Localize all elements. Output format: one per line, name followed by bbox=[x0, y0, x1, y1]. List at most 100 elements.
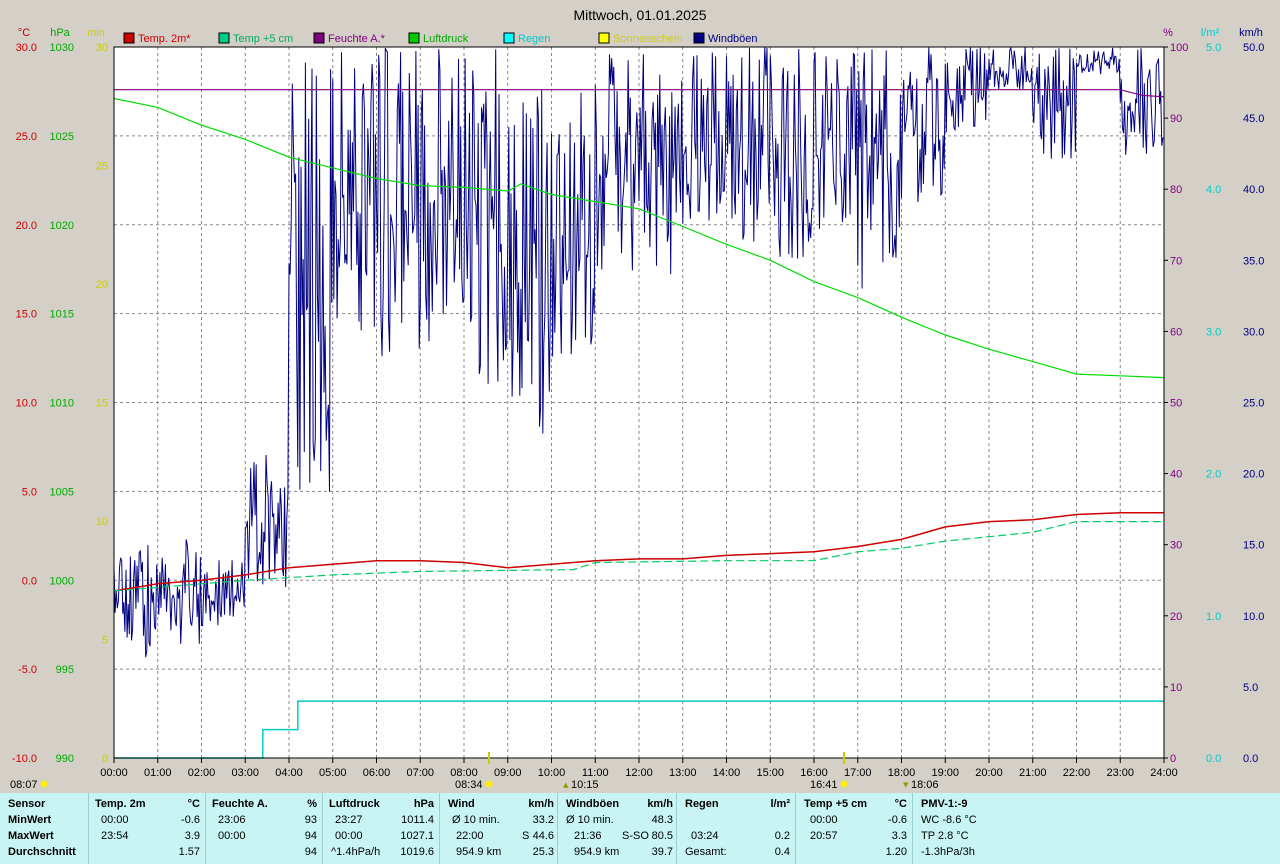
x-tick-label: 04:00 bbox=[275, 767, 303, 779]
temp-max-time: 23:54 bbox=[101, 830, 129, 842]
pressure-unit: hPa bbox=[50, 27, 70, 39]
legend-swatch-rain bbox=[503, 32, 515, 44]
humidity-tick-label: 80 bbox=[1170, 184, 1182, 196]
temp-tick-label: 30.0 bbox=[16, 42, 37, 54]
x-tick-label: 05:00 bbox=[319, 767, 347, 779]
rain-tick-label: 4.0 bbox=[1206, 184, 1221, 196]
gusts-distance: 954.9 km bbox=[574, 846, 620, 858]
wind-tick-label: 50.0 bbox=[1243, 42, 1264, 54]
x-tick-label: 19:00 bbox=[931, 767, 959, 779]
x-tick-label: 20:00 bbox=[975, 767, 1003, 779]
stats-header-temp5-unit: °C bbox=[894, 798, 907, 810]
humidity-tick-label: 100 bbox=[1170, 42, 1188, 54]
stats-header-rain-unit: l/m² bbox=[770, 798, 790, 810]
moonrise-icon: ▴ bbox=[563, 779, 569, 791]
wind-max-direction: S bbox=[522, 830, 530, 842]
temp5-max-time: 20:57 bbox=[810, 830, 838, 842]
wind-max-value: 44.6 bbox=[532, 830, 554, 842]
stats-header-pressure-unit: hPa bbox=[413, 798, 434, 810]
stats-header-pressure: Luftdruck bbox=[329, 798, 380, 810]
humidity-tick-label: 50 bbox=[1170, 398, 1182, 410]
rain-tick-label: 1.0 bbox=[1206, 611, 1221, 623]
pressure-tick-label: 990 bbox=[56, 753, 74, 765]
moonrise-time: 10:15 bbox=[571, 779, 599, 791]
wind-max-time: 22:00 bbox=[456, 830, 484, 842]
stats-header-temp5: Temp +5 cm bbox=[804, 798, 868, 810]
stats-header-gusts: Windböen bbox=[566, 798, 620, 810]
humidity-min-value: 93 bbox=[304, 814, 317, 826]
pressure-tick-label: 1010 bbox=[50, 398, 74, 410]
stats-col-wind: Wind km/h Ø 10 min. 33.2 22:00 S 44.6 95… bbox=[439, 793, 558, 864]
sun-tick-label: 0 bbox=[102, 753, 108, 765]
x-tick-label: 12:00 bbox=[625, 767, 653, 779]
temp-tick-label: 20.0 bbox=[16, 220, 37, 232]
wind-tick-label: 25.0 bbox=[1243, 398, 1264, 410]
statistics-table: Sensor MinWert MaxWert Durchschnitt Temp… bbox=[0, 793, 1280, 864]
temp-min-value: -0.6 bbox=[181, 814, 200, 826]
temp-tick-label: 5.0 bbox=[22, 486, 37, 498]
pressure-tendency-value: -1.3hPa/3h bbox=[921, 846, 975, 858]
pressure-min-time: 23:27 bbox=[335, 814, 363, 826]
legend: Temp. 2m* Temp +5 cm Feuchte A.* Luftdru… bbox=[123, 32, 758, 45]
humidity-max-value: 94 bbox=[304, 830, 317, 842]
x-tick-label: 16:00 bbox=[800, 767, 828, 779]
rain-tick-label: 5.0 bbox=[1206, 42, 1221, 54]
rain-unit: l/m² bbox=[1201, 27, 1220, 39]
sunset-icon bbox=[840, 780, 848, 788]
rain-tick-label: 2.0 bbox=[1206, 469, 1221, 481]
wind-tick-label: 30.0 bbox=[1243, 326, 1264, 338]
gusts-max-direction: S-SO bbox=[622, 830, 649, 842]
moonset-icon: ▾ bbox=[903, 779, 909, 791]
humidity-tick-label: 10 bbox=[1170, 682, 1182, 694]
humidity-tick-label: 0 bbox=[1170, 753, 1176, 765]
legend-swatch-temp2m bbox=[123, 32, 135, 44]
temp-tick-label: -5.0 bbox=[18, 664, 37, 676]
pressure-avg-value: 1019.6 bbox=[400, 846, 434, 858]
stats-label-avg: Durchschnitt bbox=[8, 846, 76, 858]
stats-col-humidity: Feuchte A. % 23:06 93 00:00 94 94 bbox=[205, 793, 323, 864]
stats-header-wind-unit: km/h bbox=[528, 798, 554, 810]
stats-col-gusts: Windböen km/h Ø 10 min. 48.3 21:36 S-SO … bbox=[557, 793, 677, 864]
humidity-avg-value: 94 bbox=[304, 846, 317, 858]
stats-col-temp5: Temp +5 cm °C 00:00 -0.6 20:57 3.3 1.20 bbox=[795, 793, 913, 864]
humidity-min-time: 23:06 bbox=[218, 814, 246, 826]
temp-max-value: 3.9 bbox=[184, 830, 200, 842]
humidity-tick-label: 60 bbox=[1170, 326, 1182, 338]
sun-tick-label: 30 bbox=[96, 42, 108, 54]
x-tick-label: 24:00 bbox=[1150, 767, 1178, 779]
wind-distance: 954.9 km bbox=[456, 846, 502, 858]
pressure-tick-label: 1025 bbox=[50, 131, 74, 143]
stats-header-pmv: PMV-1:-9 bbox=[921, 798, 968, 810]
legend-label-temp2m: Temp. 2m* bbox=[138, 33, 191, 45]
wind-tick-label: 35.0 bbox=[1243, 255, 1264, 267]
x-tick-label: 03:00 bbox=[231, 767, 259, 779]
x-tick-label: 11:00 bbox=[582, 767, 609, 779]
x-tick-label: 06:00 bbox=[363, 767, 391, 779]
pressure-tick-label: 1015 bbox=[50, 309, 74, 321]
wind-avg-value: 25.3 bbox=[532, 846, 554, 858]
info-sun-icon bbox=[40, 780, 48, 788]
stats-header-humidity: Feuchte A. bbox=[212, 798, 268, 810]
legend-swatch-gusts bbox=[693, 32, 705, 44]
x-tick-label: 07:00 bbox=[406, 767, 434, 779]
sunrise-icon bbox=[485, 780, 493, 788]
temp5-min-time: 00:00 bbox=[810, 814, 838, 826]
stats-col-rain: Regen l/m² 03:24 0.2 Gesamt: 0.4 bbox=[676, 793, 796, 864]
stats-header-sensor: Sensor bbox=[8, 798, 46, 810]
humidity-tick-label: 40 bbox=[1170, 469, 1182, 481]
pressure-tick-label: 1005 bbox=[50, 486, 74, 498]
humidity-tick-label: 30 bbox=[1170, 540, 1182, 552]
rain-tick-label: 3.0 bbox=[1206, 326, 1221, 338]
stats-header-humidity-unit: % bbox=[307, 798, 317, 810]
gusts-min-label: Ø 10 min. bbox=[566, 814, 614, 826]
x-tick-label: 21:00 bbox=[1019, 767, 1047, 779]
temp-min-time: 00:00 bbox=[101, 814, 129, 826]
pressure-tick-label: 1000 bbox=[50, 575, 74, 587]
x-tick-label: 17:00 bbox=[844, 767, 872, 779]
stats-col-temp: Temp. 2m °C 00:00 -0.6 23:54 3.9 1.57 bbox=[88, 793, 206, 864]
wind-min-value: 33.2 bbox=[532, 814, 554, 826]
x-tick-label: 23:00 bbox=[1106, 767, 1134, 779]
rain-total-value: 0.4 bbox=[774, 846, 790, 858]
wind-tick-label: 20.0 bbox=[1243, 469, 1264, 481]
x-tick-label: 02:00 bbox=[188, 767, 216, 779]
